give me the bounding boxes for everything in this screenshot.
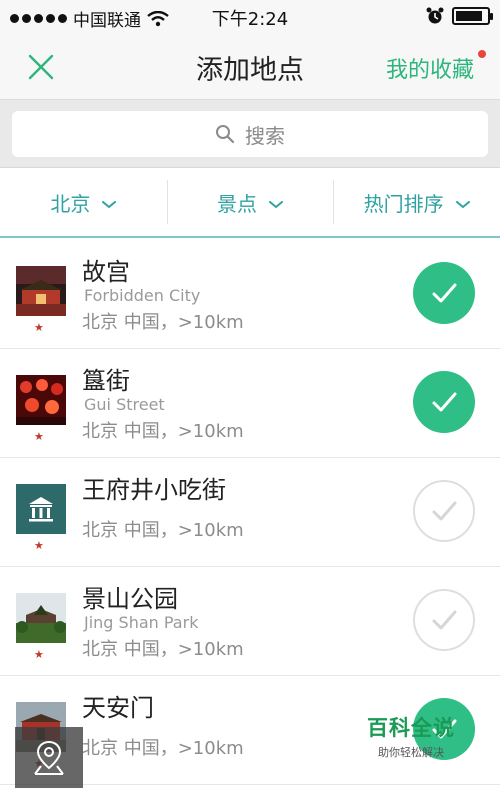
- navigation-bar: 添加地点 我的收藏: [0, 34, 500, 100]
- select-toggle[interactable]: [413, 589, 475, 651]
- battery-icon: [452, 7, 493, 25]
- filter-dropdown-2[interactable]: 景点: [166, 168, 334, 236]
- place-name: 景山公园: [82, 585, 178, 613]
- place-english-name: Gui Street: [84, 395, 165, 414]
- map-location-button[interactable]: [15, 727, 83, 788]
- checkmark-icon: [427, 385, 461, 419]
- place-thumbnail: [16, 375, 66, 425]
- place-name: 天安门: [82, 694, 154, 722]
- filter-dropdown-1[interactable]: 北京: [0, 168, 167, 236]
- status-right: [426, 7, 493, 25]
- select-toggle[interactable]: [413, 262, 475, 324]
- place-location: 北京 中国，>10km: [82, 520, 244, 541]
- list-item[interactable]: ★ 王府井小吃街北京 中国，>10km: [0, 458, 500, 567]
- search-icon: [216, 125, 235, 144]
- checkmark-icon: [427, 276, 461, 310]
- chevron-down-icon: [269, 190, 283, 214]
- star-icon: ★: [34, 648, 44, 661]
- place-thumbnail: [16, 484, 66, 534]
- filter-label: 北京: [50, 191, 91, 216]
- list-item[interactable]: ★ 景山公园 Jing Shan Park 北京 中国，>10km: [0, 567, 500, 676]
- star-icon: ★: [34, 321, 44, 334]
- notification-dot: [478, 50, 486, 58]
- close-icon[interactable]: [24, 50, 58, 84]
- place-location: 北京 中国，>10km: [82, 312, 244, 333]
- place-name: 王府井小吃街: [82, 476, 226, 504]
- place-location: 北京 中国，>10km: [82, 421, 244, 442]
- search-input[interactable]: 搜索: [12, 111, 488, 157]
- filter-label: 景点: [217, 191, 257, 216]
- place-english-name: Forbidden City: [84, 286, 201, 305]
- status-bar: 中国联通 下午2:24: [0, 0, 500, 34]
- chevron-down-icon: [455, 190, 470, 214]
- checkmark-icon: [427, 603, 461, 637]
- place-location: 北京 中国，>10km: [82, 639, 244, 660]
- filter-bar: 北京 景点 热门排序: [0, 168, 500, 238]
- watermark-logo: 百科全说 助你轻松解决: [355, 712, 467, 762]
- list-item[interactable]: ★ 簋街 Gui Street 北京 中国，>10km: [0, 349, 500, 458]
- select-toggle[interactable]: [413, 371, 475, 433]
- place-location: 北京 中国，>10km: [82, 738, 244, 759]
- list-item[interactable]: ★ 故宫 Forbidden City 北京 中国，>10km: [0, 240, 500, 349]
- star-icon: ★: [34, 430, 44, 443]
- filter-label: 热门排序: [363, 191, 444, 216]
- clock: 下午2:24: [211, 9, 289, 30]
- place-thumbnail: [16, 266, 66, 316]
- alarm-icon: [426, 7, 444, 24]
- search-placeholder: 搜索: [245, 123, 285, 148]
- filter-dropdown-3[interactable]: 热门排序: [333, 168, 500, 236]
- place-name: 故宫: [82, 258, 130, 286]
- favorites-button[interactable]: 我的收藏: [386, 52, 474, 84]
- place-name: 簋街: [82, 367, 130, 395]
- search-area: 搜索: [0, 100, 500, 168]
- map-pin-icon: [34, 740, 64, 775]
- checkmark-icon: [427, 494, 461, 528]
- watermark-subtitle: 助你轻松解决: [378, 746, 444, 759]
- select-toggle[interactable]: [413, 480, 475, 542]
- place-list: ★ 故宫 Forbidden City 北京 中国，>10km ★ 簋街 Gui Stree…: [0, 240, 500, 785]
- place-english-name: Jing Shan Park: [84, 613, 199, 632]
- star-icon: ★: [34, 539, 44, 552]
- place-thumbnail: [16, 593, 66, 643]
- watermark-title: 百科全说: [367, 716, 455, 740]
- chevron-down-icon: [102, 190, 117, 214]
